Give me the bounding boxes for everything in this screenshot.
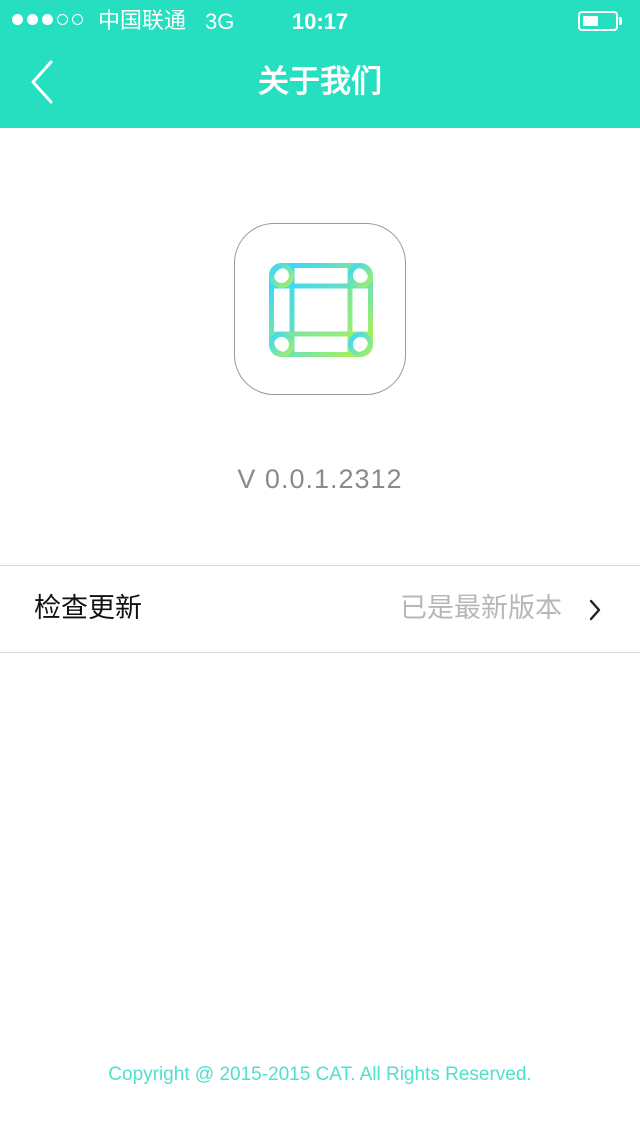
battery-body: [578, 11, 618, 31]
app-header: 中国联通 3G 10:17 关于我们: [0, 0, 640, 128]
check-update-label: 检查更新: [34, 593, 142, 624]
chevron-right-icon: [589, 599, 601, 621]
battery-icon: [578, 11, 626, 31]
battery-tip: [619, 17, 622, 25]
check-update-row[interactable]: 检查更新 已是最新版本: [0, 566, 640, 652]
app-version: V 0.0.1.2312: [237, 464, 403, 494]
divider: [0, 652, 640, 653]
app-logo-icon: [269, 263, 373, 357]
nav-bar: 关于我们: [0, 42, 640, 128]
update-status-text: 已是最新版本: [400, 593, 562, 624]
app-icon: [234, 223, 406, 395]
battery-fill: [583, 16, 598, 26]
status-time: 10:17: [291, 9, 349, 34]
page-title: 关于我们: [258, 64, 382, 100]
copyright-text: Copyright @ 2015-2015 CAT. All Rights Re…: [108, 1064, 532, 1085]
status-bar: 中国联通 3G 10:17: [0, 0, 640, 42]
